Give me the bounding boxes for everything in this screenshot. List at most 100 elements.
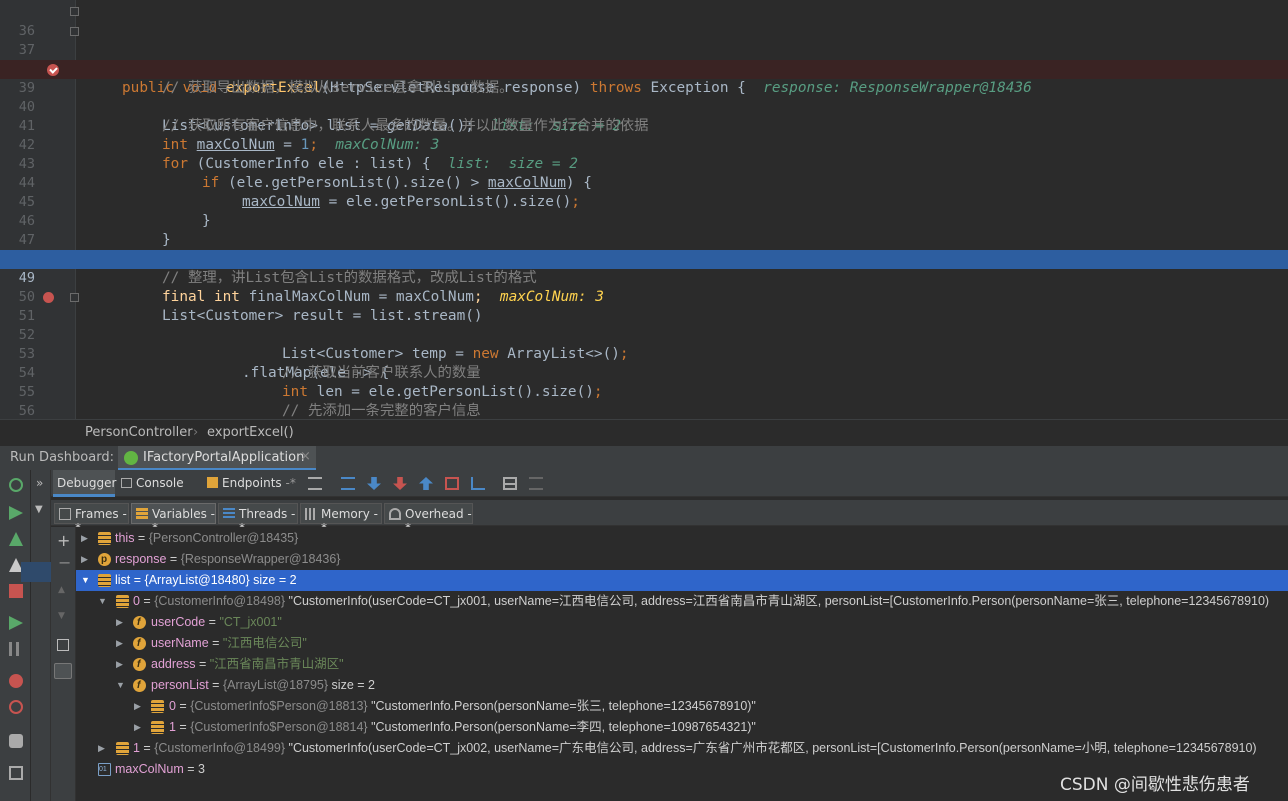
variable-row[interactable]: ▶ userCode = "CT_jx001": [76, 612, 1288, 633]
trace-icon[interactable]: [529, 477, 543, 490]
rerun-icon[interactable]: [9, 478, 23, 492]
expand-arrow-icon[interactable]: ▶: [116, 654, 123, 675]
layout-icon[interactable]: [9, 766, 23, 780]
code-line[interactable]: 41 int maxColNum = 1; maxColNum: 3: [0, 98, 1288, 153]
resume-icon[interactable]: [9, 616, 23, 630]
variables-gutter: + − ▲ ▼: [51, 527, 76, 801]
variable-row[interactable]: ▶ address = "江西省南昌市青山湖区": [76, 654, 1288, 675]
variable-row-selected[interactable]: ▼ list = {ArrayList@18480} size = 2: [76, 570, 1288, 591]
fold-marker-icon[interactable]: [70, 7, 79, 16]
view-breakpoints-icon[interactable]: [9, 674, 23, 688]
code-line[interactable]: 37 public void exportExcel(HttpServletRe…: [0, 22, 1288, 96]
close-icon[interactable]: ×: [300, 449, 311, 464]
remove-watch-icon[interactable]: −: [58, 553, 71, 572]
code-line[interactable]: 40 // 获取所有客户信息中，联系人最多的数量。并以此数量作为行合并的依据: [0, 79, 1288, 134]
breadcrumb-class[interactable]: PersonController: [85, 425, 193, 440]
stop-icon[interactable]: [9, 584, 23, 598]
fold-marker-icon[interactable]: [70, 27, 79, 36]
expand-toolbar-icon[interactable]: »: [36, 476, 43, 490]
camera-icon[interactable]: [9, 734, 23, 748]
mute-breakpoints-icon[interactable]: [9, 700, 23, 714]
copy-icon[interactable]: [57, 639, 69, 651]
collapse-arrow-icon[interactable]: ▼: [116, 675, 125, 696]
code-line-current[interactable]: 49 final int finalMaxColNum = maxColNum;…: [0, 250, 1288, 305]
threads-icon: [223, 508, 235, 520]
tab-threads[interactable]: Threads -*: [218, 503, 298, 535]
show-execution-point-icon[interactable]: [341, 477, 355, 490]
endpoints-icon: [207, 477, 218, 488]
resume-program-icon[interactable]: [9, 506, 23, 520]
variable-row[interactable]: ▶ 1 = {CustomerInfo@18499} "CustomerInfo…: [76, 738, 1288, 759]
code-line[interactable]: 46 }: [0, 193, 1288, 248]
run-config-tab[interactable]: IFactoryPortalApplication ×: [118, 446, 316, 471]
code-line[interactable]: 36 @ApiOperation("导出Excel"): [0, 3, 1288, 77]
code-editor[interactable]: 36 @ApiOperation("导出Excel") 37 public vo…: [0, 0, 1288, 419]
variable-row[interactable]: ▶ this = {PersonController@18435}: [76, 528, 1288, 549]
code-line[interactable]: 45 }: [0, 174, 1288, 229]
step-over-icon[interactable]: [367, 477, 381, 490]
expand-arrow-icon[interactable]: ▶: [98, 738, 105, 759]
code-line[interactable]: 56 temp.add(new Customer(ele));: [0, 383, 1288, 419]
code-line[interactable]: 38 // 获取导出数据，模拟从service层拿到list数据。: [0, 41, 1288, 96]
run-dashboard-label: Run Dashboard:: [10, 450, 114, 465]
tab-console[interactable]: Console: [117, 470, 201, 497]
fold-marker-icon[interactable]: [70, 293, 79, 302]
move-down-icon[interactable]: ▼: [58, 611, 65, 621]
tab-frames[interactable]: Frames -*: [54, 503, 129, 535]
collapse-arrow-icon[interactable]: ▼: [98, 591, 107, 612]
add-watch-icon[interactable]: +: [57, 531, 70, 550]
expand-arrow-icon[interactable]: ▶: [81, 528, 88, 549]
console-icon: [121, 478, 132, 488]
variable-row[interactable]: ▼ 0 = {CustomerInfo@18498} "CustomerInfo…: [76, 591, 1288, 612]
breadcrumb-method[interactable]: exportExcel(): [207, 425, 294, 440]
step-into-icon[interactable]: [393, 477, 407, 490]
code-line-breakpoint[interactable]: 39 List<CustomerInfo> list = getData(); …: [0, 60, 1288, 134]
code-line[interactable]: 47: [0, 212, 1288, 248]
collapse-arrow-icon[interactable]: ▼: [81, 570, 90, 591]
tab-debugger[interactable]: Debugger: [53, 470, 116, 497]
pause-icon[interactable]: [9, 642, 19, 656]
tab-variables[interactable]: Variables -*: [131, 503, 216, 535]
code-line[interactable]: 43 if (ele.getPersonList().size() > maxC…: [0, 136, 1288, 191]
tab-label: Endpoints: [222, 476, 282, 490]
tab-memory[interactable]: Memory -*: [300, 503, 382, 535]
code-line[interactable]: 57 for (int i = 1; i < finalMaxColNum; i…: [0, 402, 1288, 419]
variable-row[interactable]: ▶ userName = "江西电信公司": [76, 633, 1288, 654]
var-object-id: {ResponseWrapper@18436}: [180, 552, 341, 566]
chevron-down-icon[interactable]: ▼: [35, 504, 43, 515]
breakpoint-icon[interactable]: [47, 64, 59, 76]
var-eq: =: [166, 552, 181, 566]
code-line[interactable]: 54 int len = ele.getPersonList().size();: [0, 345, 1288, 400]
code-line[interactable]: 50 List<Customer> result = list.stream(): [0, 269, 1288, 324]
object-icon: [151, 700, 164, 713]
run-to-cursor-icon[interactable]: [471, 477, 485, 490]
variable-row[interactable]: ▼ personList = {ArrayList@18795} size = …: [76, 675, 1288, 696]
lambda-breakpoint-icon[interactable]: [43, 292, 54, 303]
evaluate-expression-icon[interactable]: [503, 477, 517, 490]
code-line[interactable]: 51 .flatMap(ele -> {: [0, 288, 1288, 381]
expand-arrow-icon[interactable]: ▶: [116, 612, 123, 633]
expand-arrow-icon[interactable]: ▶: [134, 696, 141, 717]
code-line[interactable]: 55 // 先添加一条完整的客户信息: [0, 364, 1288, 419]
code-line[interactable]: 48 // 整理，讲List包含List的数据格式，改成List的格式: [0, 231, 1288, 286]
watches-toggle-icon[interactable]: [54, 663, 72, 679]
variable-row[interactable]: ▶ response = {ResponseWrapper@18436}: [76, 549, 1288, 570]
expand-arrow-icon[interactable]: ▶: [81, 549, 88, 570]
field-icon: [133, 612, 146, 633]
code-line[interactable]: 42 for (CustomerInfo ele : list) { list:…: [0, 117, 1288, 172]
variable-row[interactable]: ▶ 0 = {CustomerInfo$Person@18813} "Custo…: [76, 696, 1288, 717]
code-line[interactable]: 44 maxColNum = ele.getPersonList().size(…: [0, 155, 1288, 210]
move-up-icon[interactable]: ▲: [58, 585, 65, 595]
step-out-icon[interactable]: [419, 477, 433, 490]
debug-icon[interactable]: [9, 532, 23, 546]
menu-icon[interactable]: [308, 477, 322, 490]
var-name: response: [115, 552, 167, 566]
code-line[interactable]: 52 List<Customer> temp = new ArrayList<>…: [0, 307, 1288, 362]
tab-overhead[interactable]: Overhead -*: [384, 503, 473, 535]
variable-row[interactable]: ▶ 1 = {CustomerInfo$Person@18814} "Custo…: [76, 717, 1288, 738]
expand-arrow-icon[interactable]: ▶: [134, 717, 141, 738]
code-line[interactable]: 53 // 获取当前客户联系人的数量: [0, 326, 1288, 381]
drop-frame-icon[interactable]: [445, 477, 459, 490]
tab-endpoints[interactable]: Endpoints -*: [203, 470, 299, 497]
expand-arrow-icon[interactable]: ▶: [116, 633, 123, 654]
